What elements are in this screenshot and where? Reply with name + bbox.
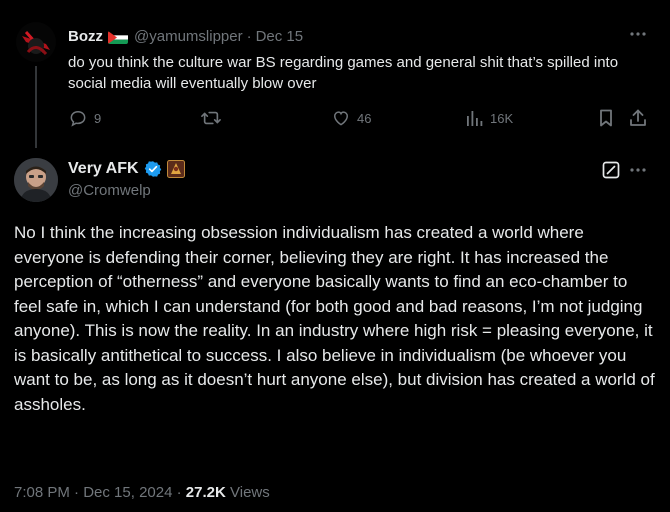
share-icon xyxy=(628,108,648,128)
parent-actions-bar: 9 46 16K xyxy=(68,108,654,132)
verified-badge-icon[interactable] xyxy=(144,160,162,178)
parent-header: Bozz @yamumslipper · Dec 15 xyxy=(68,28,303,46)
main-avatar[interactable] xyxy=(14,158,58,202)
views-total: 27.2K xyxy=(185,484,226,501)
reply-count: 9 xyxy=(94,110,102,126)
main-author-handle[interactable]: @Cromwelp xyxy=(68,182,151,200)
like-button[interactable]: 46 xyxy=(331,108,371,128)
tweet-date[interactable]: Dec 15, 2024 xyxy=(83,484,172,501)
grok-edit-button[interactable] xyxy=(601,160,621,180)
more-icon xyxy=(628,24,648,44)
views-button[interactable]: 16K xyxy=(464,108,513,128)
tweet-metadata: 7:08 PM · Dec 15, 2024 · 27.2K Views xyxy=(14,484,270,502)
palestine-flag-icon xyxy=(108,30,128,44)
main-more-button[interactable] xyxy=(628,160,648,180)
like-icon xyxy=(331,108,351,128)
bookmark-button[interactable] xyxy=(596,108,616,128)
tweet-time[interactable]: 7:08 PM xyxy=(14,484,70,501)
meta-separator-2: · xyxy=(176,484,182,501)
thread-connector xyxy=(35,66,37,148)
parent-author-name[interactable]: Bozz xyxy=(68,28,103,46)
grok-edit-icon xyxy=(601,160,621,180)
parent-more-button[interactable] xyxy=(628,24,648,44)
bookmark-icon xyxy=(596,108,616,128)
like-count: 46 xyxy=(357,110,372,126)
views-label: Views xyxy=(230,484,270,501)
more-icon xyxy=(628,160,648,180)
reply-button[interactable]: 9 xyxy=(68,108,101,128)
parent-separator: · xyxy=(246,28,252,45)
share-button[interactable] xyxy=(628,108,648,128)
parent-author-handle[interactable]: @yamumslipper xyxy=(134,28,243,46)
parent-avatar[interactable] xyxy=(16,22,56,62)
main-tweet-text: No I think the increasing obsession indi… xyxy=(14,223,655,414)
views-count: 16K xyxy=(490,110,514,126)
parent-tweet-text: do you think the culture war BS regardin… xyxy=(68,54,619,92)
main-author-name[interactable]: Very AFK xyxy=(68,159,139,179)
reply-icon xyxy=(68,108,88,128)
affiliate-badge-icon[interactable] xyxy=(166,160,185,178)
retweet-button[interactable] xyxy=(200,108,228,128)
main-author-name-row: Very AFK xyxy=(68,159,185,179)
retweet-icon xyxy=(200,108,222,128)
views-icon xyxy=(464,108,484,128)
parent-date[interactable]: Dec 15 xyxy=(256,28,304,46)
meta-separator: · xyxy=(74,484,80,501)
